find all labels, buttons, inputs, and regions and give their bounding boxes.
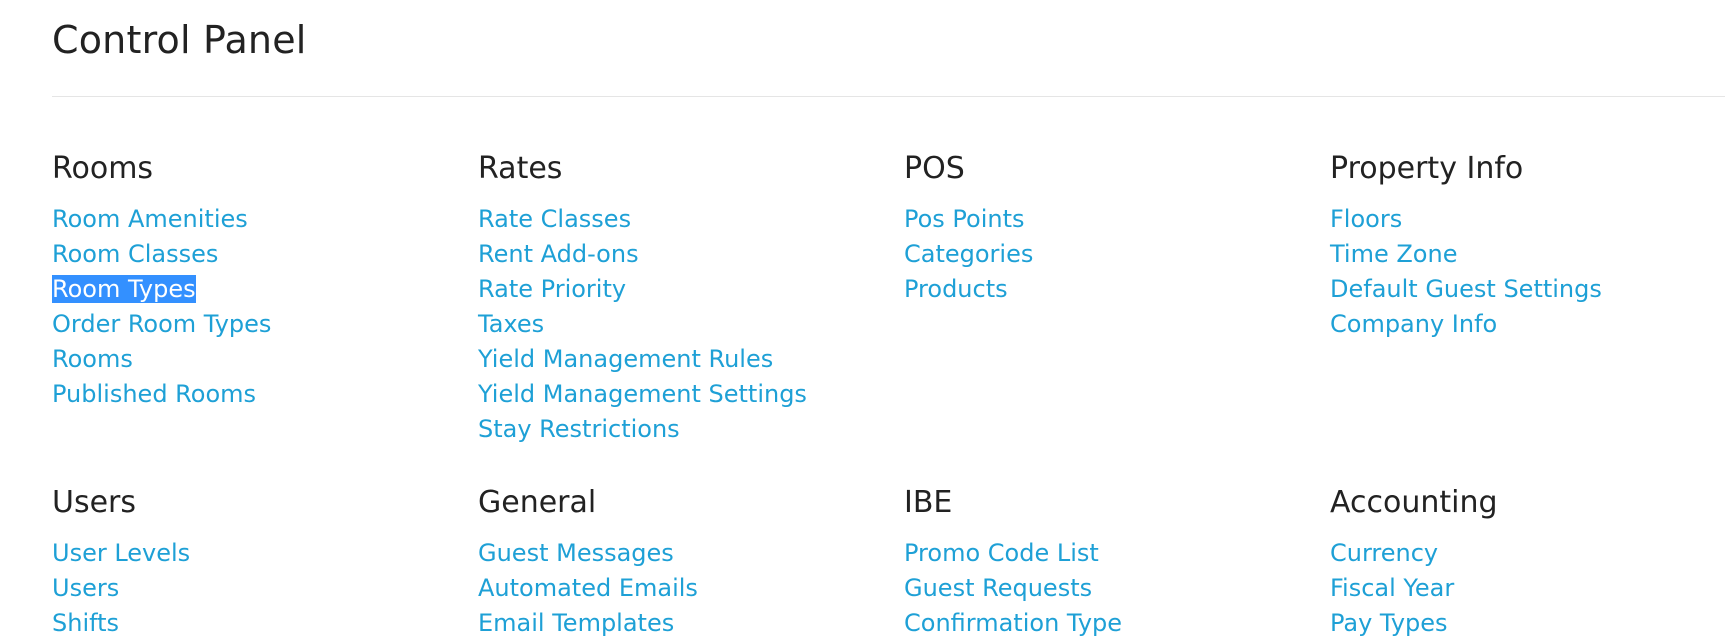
section-title-rates: Rates (478, 151, 563, 186)
section-title-accounting: Accounting (1330, 485, 1498, 520)
link-pos-points[interactable]: Pos Points (904, 205, 1025, 233)
link-pay-types[interactable]: Pay Types (1330, 609, 1448, 637)
link-room-classes[interactable]: Room Classes (52, 240, 218, 268)
link-products[interactable]: Products (904, 275, 1008, 303)
rates-link-list: Rate Classes Rent Add-ons Rate Priority … (478, 202, 888, 447)
section-title-rooms: Rooms (52, 151, 154, 186)
link-categories[interactable]: Categories (904, 240, 1033, 268)
general-link-list: Guest Messages Automated Emails Email Te… (478, 536, 888, 639)
section-title-general: General (478, 485, 597, 520)
accounting-link-list: Currency Fiscal Year Pay Types (1330, 536, 1725, 639)
link-currency[interactable]: Currency (1330, 539, 1438, 567)
page-title: Control Panel (52, 18, 307, 62)
link-rent-add-ons[interactable]: Rent Add-ons (478, 240, 639, 268)
link-yield-management-rules[interactable]: Yield Management Rules (478, 345, 773, 373)
section-property-info: Property Info Floors Time Zone Default G… (1330, 149, 1725, 342)
section-title-pos: POS (904, 151, 965, 186)
link-shifts[interactable]: Shifts (52, 609, 119, 637)
link-promo-code-list[interactable]: Promo Code List (904, 539, 1099, 567)
link-stay-restrictions[interactable]: Stay Restrictions (478, 415, 680, 443)
section-title-property-info: Property Info (1330, 151, 1524, 186)
section-users: Users User Levels Users Shifts (52, 483, 462, 639)
link-rate-classes[interactable]: Rate Classes (478, 205, 631, 233)
link-rooms[interactable]: Rooms (52, 345, 133, 373)
link-taxes[interactable]: Taxes (478, 310, 544, 338)
link-company-info[interactable]: Company Info (1330, 310, 1497, 338)
section-general: General Guest Messages Automated Emails … (478, 483, 888, 639)
control-panel-page: Control Panel Rooms Room Amenities Room … (0, 0, 1725, 639)
link-floors[interactable]: Floors (1330, 205, 1402, 233)
section-title-ibe: IBE (904, 485, 953, 520)
section-pos: POS Pos Points Categories Products (904, 149, 1314, 307)
link-guest-requests[interactable]: Guest Requests (904, 574, 1092, 602)
pos-link-list: Pos Points Categories Products (904, 202, 1314, 307)
link-users[interactable]: Users (52, 574, 119, 602)
link-guest-messages[interactable]: Guest Messages (478, 539, 674, 567)
ibe-link-list: Promo Code List Guest Requests Confirmat… (904, 536, 1314, 639)
link-time-zone[interactable]: Time Zone (1330, 240, 1457, 268)
section-rates: Rates Rate Classes Rent Add-ons Rate Pri… (478, 149, 888, 447)
link-automated-emails[interactable]: Automated Emails (478, 574, 698, 602)
section-rooms: Rooms Room Amenities Room Classes Room T… (52, 149, 462, 412)
title-divider (52, 96, 1725, 97)
link-room-amenities[interactable]: Room Amenities (52, 205, 248, 233)
link-room-types[interactable]: Room Types (52, 275, 196, 303)
link-published-rooms[interactable]: Published Rooms (52, 380, 256, 408)
link-default-guest-settings[interactable]: Default Guest Settings (1330, 275, 1602, 303)
link-confirmation-type[interactable]: Confirmation Type (904, 609, 1122, 637)
users-link-list: User Levels Users Shifts (52, 536, 462, 639)
rooms-link-list: Room Amenities Room Classes Room Types O… (52, 202, 462, 412)
section-accounting: Accounting Currency Fiscal Year Pay Type… (1330, 483, 1725, 639)
link-user-levels[interactable]: User Levels (52, 539, 190, 567)
link-fiscal-year[interactable]: Fiscal Year (1330, 574, 1454, 602)
link-yield-management-settings[interactable]: Yield Management Settings (478, 380, 807, 408)
link-order-room-types[interactable]: Order Room Types (52, 310, 271, 338)
section-ibe: IBE Promo Code List Guest Requests Confi… (904, 483, 1314, 639)
property-info-link-list: Floors Time Zone Default Guest Settings … (1330, 202, 1725, 342)
link-rate-priority[interactable]: Rate Priority (478, 275, 626, 303)
section-title-users: Users (52, 485, 137, 520)
link-email-templates[interactable]: Email Templates (478, 609, 674, 637)
